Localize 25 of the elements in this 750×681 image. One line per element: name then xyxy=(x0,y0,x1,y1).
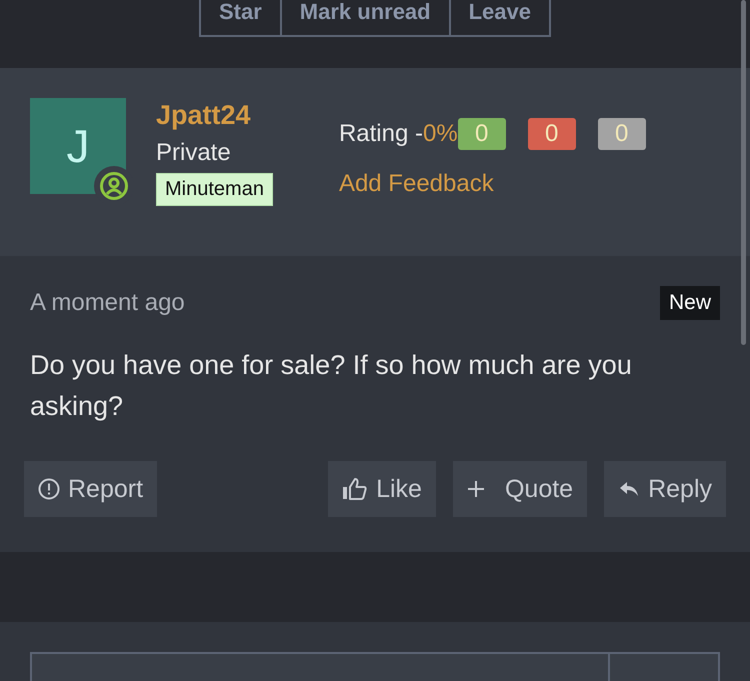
plus-icon xyxy=(466,480,485,498)
feedback-count: 0 xyxy=(598,118,646,150)
new-tag: New xyxy=(660,286,720,320)
rating-label: Rating - xyxy=(338,120,423,148)
reply-button[interactable]: Reply xyxy=(604,461,726,517)
scrollbar[interactable] xyxy=(741,0,746,345)
user-badge: Minuteman xyxy=(156,173,273,206)
add-feedback-link[interactable]: Add Feedback xyxy=(338,170,494,198)
like-button[interactable]: Like xyxy=(328,461,436,517)
thread-action-button[interactable]: Mark unread xyxy=(282,0,451,37)
thread-action-button[interactable]: Star xyxy=(198,0,282,37)
username-link[interactable]: Jpatt24 xyxy=(156,100,251,131)
report-button[interactable]: Report xyxy=(24,461,158,517)
feedback-count: 0 xyxy=(528,118,576,150)
exclamation-circle-icon xyxy=(38,478,60,500)
avatar-letter: J xyxy=(66,119,90,173)
thumbs-up-icon xyxy=(342,477,368,501)
user-rank: Private xyxy=(156,139,231,167)
quote-button[interactable]: Quote xyxy=(452,461,588,517)
feedback-count: 0 xyxy=(458,118,506,150)
post-text: Do you have one for sale? If so how much are you asking? xyxy=(30,349,633,423)
thread-action-button[interactable]: Leave xyxy=(450,0,551,37)
reply-arrow-icon xyxy=(618,480,640,498)
rating-percent: 0% xyxy=(422,120,458,148)
post-time: A moment ago xyxy=(30,289,185,317)
